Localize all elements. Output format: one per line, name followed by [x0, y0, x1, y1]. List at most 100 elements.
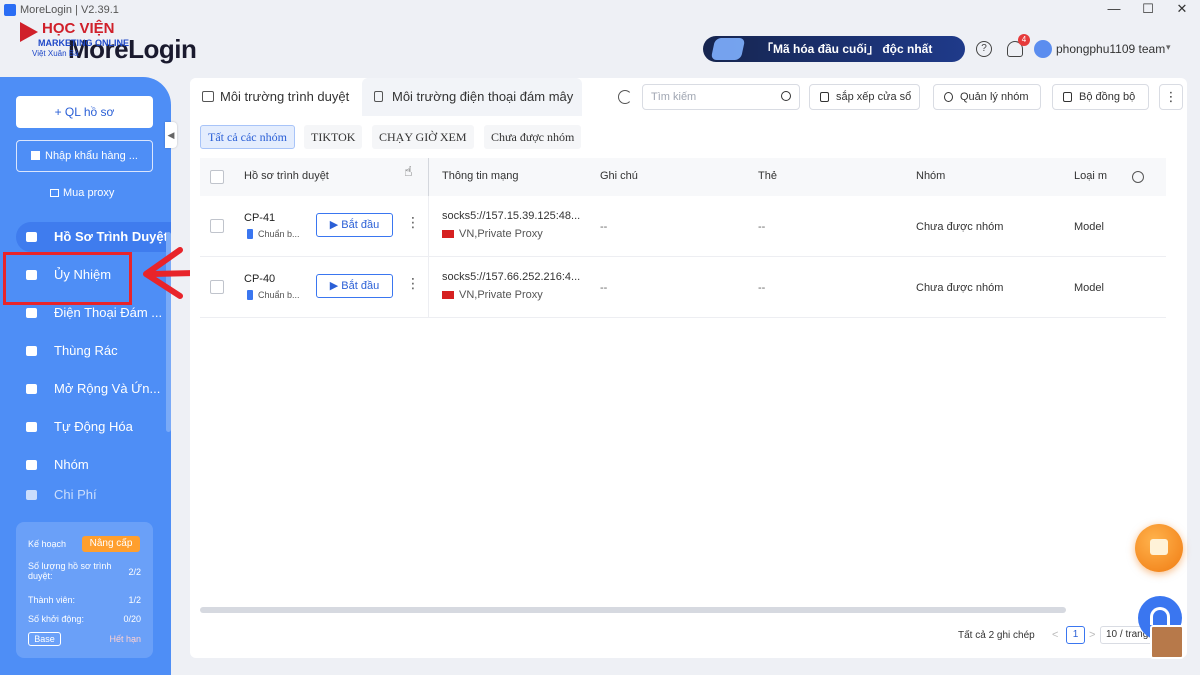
chevron-down-icon[interactable]: ▾	[1166, 42, 1171, 53]
note-cell[interactable]: --	[600, 221, 607, 233]
import-button[interactable]: Nhập khẩu hàng ...	[16, 140, 153, 172]
annotation-highlight-box	[3, 252, 132, 305]
proxy-address: socks5://157.66.252.216:4...	[442, 271, 581, 283]
sidebar-item-extensions[interactable]: Mở Rộng Và Ứn...	[16, 374, 164, 404]
promo-banner[interactable]: 「Mã hóa đầu cuối」 độc nhất	[703, 36, 965, 62]
tab-label: Môi trường trình duyệt	[220, 89, 350, 104]
trash-icon	[26, 346, 37, 356]
start-button[interactable]: ▶ Bắt đầu	[316, 274, 393, 298]
import-icon	[31, 151, 40, 160]
row-more-button[interactable]: ⋮	[406, 214, 420, 231]
maximize-button[interactable]: ☐	[1130, 0, 1166, 20]
horizontal-scrollbar[interactable]	[200, 607, 1066, 613]
start-button[interactable]: ▶ Bắt đầu	[316, 213, 393, 237]
watermark-author: Việt Xuân Bá	[32, 49, 79, 58]
filter-ungrouped[interactable]: Chưa được nhóm	[484, 125, 582, 149]
search-icon[interactable]	[781, 91, 791, 101]
filter-all-groups[interactable]: Tất cả các nhóm	[200, 125, 295, 149]
collapse-sidebar-button[interactable]: ◀	[165, 122, 177, 148]
column-header: Loại m	[1074, 170, 1108, 182]
minimize-button[interactable]: —	[1096, 0, 1132, 20]
sidebar-item-billing[interactable]: Chi Phí	[16, 488, 164, 502]
button-label: sắp xếp cửa sổ	[836, 91, 912, 103]
browser-icon	[26, 232, 37, 242]
filter-tiktok[interactable]: TIKTOK	[304, 125, 363, 149]
vn-flag-icon	[442, 291, 454, 299]
copy-icon	[1063, 92, 1072, 102]
avatar[interactable]	[1034, 40, 1052, 58]
promo-text: 「Mã hóa đầu cuối」 độc nhất	[761, 42, 933, 56]
window-title: MoreLogin | V2.39.1	[20, 4, 119, 16]
robot-icon	[26, 422, 37, 432]
watermark-subtitle: MARKETING ONLINE	[38, 38, 129, 48]
tag-cell[interactable]: --	[758, 282, 765, 294]
phone-icon	[374, 91, 383, 102]
search-input[interactable]: Tìm kiếm	[642, 84, 800, 110]
sidebar-item-automation[interactable]: Tự Động Hóa	[16, 412, 164, 442]
window-titlebar: MoreLogin | V2.39.1 — ☐ ✕	[0, 0, 1200, 20]
browser-window-icon	[202, 91, 214, 102]
table-row[interactable]: CP-41 Chuẩn b... ▶ Bắt đầu ⋮ socks5://15…	[200, 196, 1166, 257]
column-divider	[428, 196, 429, 257]
profile-name[interactable]: CP-41	[244, 212, 275, 224]
sidebar-item-label: Tự Động Hóa	[54, 419, 133, 434]
logo-area: MoreLogin HỌC VIỆN MARKETING ONLINE Việt…	[8, 18, 197, 68]
row-checkbox[interactable]	[210, 219, 224, 233]
tab-browser-environment[interactable]: Môi trường trình duyệt	[190, 78, 360, 116]
watermark-title: HỌC VIỆN	[42, 20, 115, 37]
main-panel: Môi trường trình duyệt Môi trường điện t…	[190, 78, 1187, 658]
filter-chay-gio-xem[interactable]: CHẠY GIỜ XEM	[372, 125, 474, 149]
type-cell: Model	[1074, 282, 1104, 294]
button-label: Quản lý nhóm	[960, 91, 1029, 103]
plan-profiles-label: Số lượng hồ sơ trình duyệt:	[28, 561, 112, 581]
window-icon	[820, 92, 829, 102]
prev-page-button[interactable]: <	[1052, 629, 1058, 641]
select-all-checkbox[interactable]	[210, 170, 224, 184]
synchronizer-button[interactable]: Bộ đồng bộ	[1052, 84, 1149, 110]
new-profile-button[interactable]: + QL hồ sơ	[16, 96, 153, 128]
team-name[interactable]: phongphu1109 team	[1056, 42, 1165, 56]
refresh-icon[interactable]	[618, 90, 632, 104]
close-button[interactable]: ✕	[1164, 0, 1200, 20]
table-row[interactable]: CP-40 Chuẩn b... ▶ Bắt đầu ⋮ socks5://15…	[200, 257, 1166, 318]
watermark-logo-icon	[20, 22, 38, 42]
sidebar-item-label: Chi Phí	[54, 488, 97, 502]
note-cell[interactable]: --	[600, 282, 607, 294]
column-settings-icon[interactable]	[1132, 171, 1144, 183]
puzzle-icon	[26, 384, 37, 394]
buy-proxy-link[interactable]: Mua proxy	[50, 187, 114, 199]
app-icon	[4, 4, 16, 16]
gift-icon	[1150, 539, 1168, 555]
sidebar-item-label: Mở Rộng Và Ứn...	[54, 381, 161, 396]
help-icon[interactable]: ?	[976, 41, 992, 57]
sidebar-item-trash[interactable]: Thùng Rác	[16, 336, 164, 366]
profile-name[interactable]: CP-40	[244, 273, 275, 285]
sidebar-item-label: Điện Thoại Đám ...	[54, 305, 163, 320]
manage-groups-button[interactable]: Quản lý nhóm	[933, 84, 1041, 110]
tab-cloud-phone-environment[interactable]: Môi trường điện thoại đám mây	[362, 78, 582, 116]
table-header: Hồ sơ trình duyệt ☝ Thông tin mạng Ghi c…	[200, 158, 1166, 196]
sidebar-item-groups[interactable]: Nhóm	[16, 450, 164, 480]
next-page-button[interactable]: >	[1089, 629, 1095, 641]
group-cell: Chưa được nhóm	[916, 282, 1004, 294]
vn-flag-icon	[442, 230, 454, 238]
tag-cell[interactable]: --	[758, 221, 765, 233]
buy-proxy-label: Mua proxy	[63, 187, 115, 199]
cursor-pointer-icon: ☝	[404, 163, 413, 179]
arrange-windows-button[interactable]: sắp xếp cửa sổ	[809, 84, 920, 110]
billing-icon	[26, 490, 37, 500]
gift-button[interactable]	[1135, 524, 1183, 572]
column-divider[interactable]	[428, 158, 429, 196]
plan-tier-badge: Base	[28, 632, 61, 646]
current-page[interactable]: 1	[1066, 626, 1085, 644]
row-more-button[interactable]: ⋮	[406, 275, 420, 292]
promo-icon	[710, 38, 746, 60]
sidebar-item-label: Thùng Rác	[54, 343, 118, 358]
phone-icon	[26, 308, 37, 318]
status-icon	[247, 229, 253, 239]
watermark-corner-logo	[1150, 625, 1184, 659]
upgrade-button[interactable]: Nâng cấp	[82, 536, 140, 552]
notification-badge: 4	[1018, 34, 1030, 46]
more-options-button[interactable]: ⋮	[1159, 84, 1183, 110]
row-checkbox[interactable]	[210, 280, 224, 294]
